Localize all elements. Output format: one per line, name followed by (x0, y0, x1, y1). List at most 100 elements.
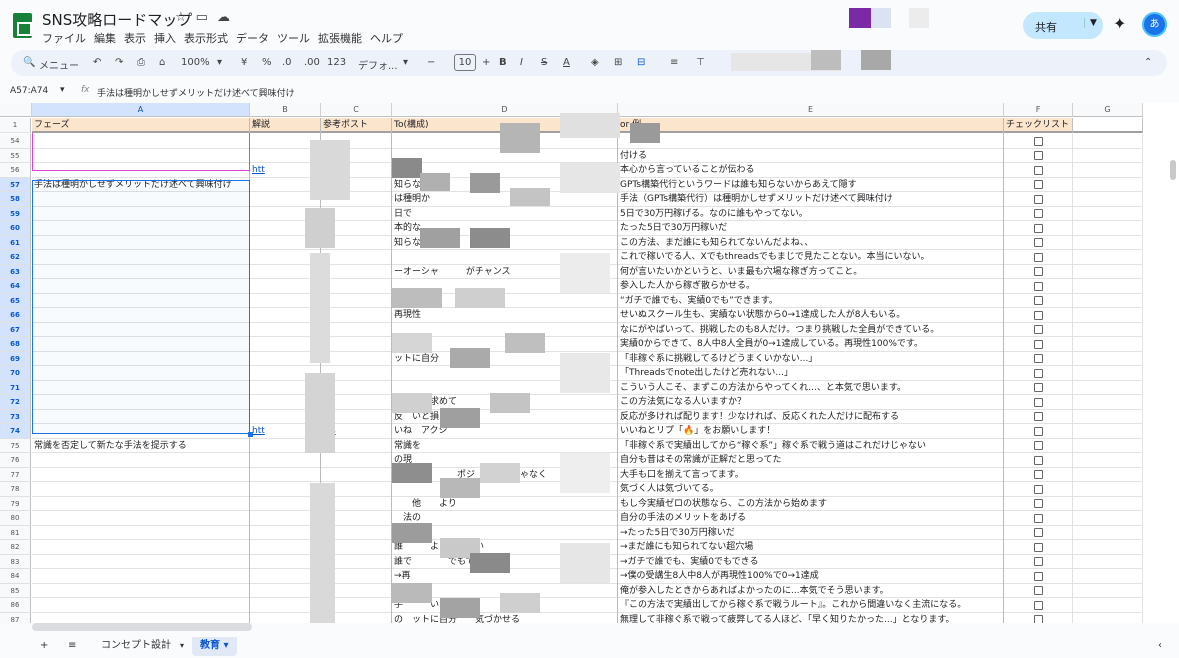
cell-d[interactable]: 日で (392, 206, 618, 221)
print-icon[interactable]: ⎙ (137, 57, 145, 68)
cell-b[interactable] (250, 467, 321, 482)
font-select[interactable]: デフォ... (358, 57, 398, 72)
text-color-icon[interactable]: A (563, 57, 570, 68)
valign-icon[interactable]: ⊤ (696, 57, 705, 68)
cell-a[interactable] (32, 482, 250, 497)
cell-e[interactable]: 反応が多ければ配ります！少なければ、反応くれた人だけに配布する (618, 409, 1004, 424)
column-header-g[interactable]: G (1073, 103, 1143, 117)
cell-a[interactable] (32, 511, 250, 526)
cell-e[interactable]: 参入した人から稼ぎ散らかせる。 (618, 279, 1004, 294)
cell-d[interactable]: 再現性 (392, 308, 618, 323)
sheet-tab-education[interactable]: 教育 ▾ (192, 637, 237, 656)
cell-g[interactable] (1073, 612, 1143, 623)
row-header[interactable]: 73 (0, 409, 31, 424)
fill-handle[interactable] (248, 432, 253, 437)
cell-e[interactable]: これで稼いでる人、Xでもthreadsでもまじで見たことない。本当にいない。 (618, 250, 1004, 265)
cell-a[interactable] (32, 496, 250, 511)
row-header[interactable]: 74 (0, 424, 31, 439)
cell-g[interactable] (1073, 424, 1143, 439)
strikethrough-icon[interactable]: S (541, 57, 547, 68)
cell-c[interactable] (321, 453, 392, 468)
checkbox[interactable] (1034, 412, 1043, 421)
row-header[interactable]: 77 (0, 467, 31, 482)
share-button[interactable]: 共有 ▼ (1023, 12, 1103, 39)
fill-color-icon[interactable]: ◈ (591, 57, 599, 68)
cell-g[interactable] (1073, 511, 1143, 526)
checkbox[interactable] (1034, 397, 1043, 407)
cell-e[interactable]: →たった5日で30万円稼いだ (618, 525, 1004, 540)
cell-e[interactable]: →まだ誰にも知られてない超穴場 (618, 540, 1004, 555)
checkbox[interactable] (1034, 557, 1043, 566)
row-header[interactable]: 80 (0, 511, 31, 526)
avatar[interactable]: あ (1142, 12, 1167, 37)
cell-g[interactable] (1073, 163, 1143, 178)
cell-e[interactable]: 自分も昔はその常識が正解だと思ってた (618, 453, 1004, 468)
move-folder-icon[interactable]: ▭ (196, 10, 217, 25)
row-header[interactable]: 68 (0, 337, 31, 352)
row-header[interactable]: 58 (0, 192, 31, 207)
search-icon[interactable]: 🔍 (23, 57, 35, 68)
cell-g[interactable] (1073, 366, 1143, 381)
cell-a[interactable] (32, 453, 250, 468)
cell-d[interactable]: は種明か (392, 192, 618, 207)
row-header[interactable]: 86 (0, 598, 31, 613)
cell-g[interactable] (1073, 134, 1143, 149)
cell-g[interactable] (1073, 395, 1143, 410)
cell-e[interactable]: もし今実績ゼロの状態なら、この方法から始めます (618, 496, 1004, 511)
merge-cells-icon[interactable]: ⊟ (637, 57, 645, 68)
cell-a[interactable] (32, 540, 250, 555)
cell-e[interactable]: せいぬスクール生も、実績ない状態から0→1達成した人が8人もいる。 (618, 308, 1004, 323)
font-size-input[interactable]: 10 (454, 54, 476, 71)
checkbox[interactable] (1034, 383, 1043, 392)
row-header[interactable]: 59 (0, 206, 31, 221)
cell-g[interactable] (1073, 177, 1143, 192)
document-title[interactable]: SNS攻略ロードマップ (42, 9, 192, 30)
cell-e[interactable]: 実績0からできて、8人中8人全員が0→1達成している。再現性100%です。 (618, 337, 1004, 352)
cell-g[interactable] (1073, 192, 1143, 207)
cell-g[interactable] (1073, 554, 1143, 569)
cell-g[interactable] (1073, 308, 1143, 323)
checkbox[interactable] (1034, 499, 1043, 508)
checkbox[interactable] (1034, 368, 1043, 378)
cell-c[interactable] (321, 322, 392, 337)
cell-e[interactable]: 「非稼ぐ系に挑戦してるけどうまくいかない...」 (618, 351, 1004, 366)
row-header[interactable]: 64 (0, 279, 31, 294)
menu-item[interactable]: 編集 (94, 32, 116, 45)
row-header[interactable]: 75 (0, 438, 31, 453)
checkbox[interactable] (1034, 151, 1043, 160)
menu-item[interactable]: 表示形式 (184, 32, 228, 45)
row-header[interactable]: 67 (0, 322, 31, 337)
chevron-down-icon[interactable]: ▾ (60, 85, 65, 95)
cell-c[interactable] (321, 264, 392, 279)
cell-e[interactable]: “ガチで誰でも、実績0でも”できます。 (618, 293, 1004, 308)
row-header[interactable]: 81 (0, 525, 31, 540)
row-header[interactable]: 72 (0, 395, 31, 410)
checkbox[interactable] (1034, 528, 1043, 537)
row-header[interactable]: 76 (0, 453, 31, 468)
cell-g[interactable] (1073, 250, 1143, 265)
cell-g[interactable] (1073, 235, 1143, 250)
checkbox[interactable] (1034, 571, 1043, 581)
column-header-e[interactable]: E (618, 103, 1004, 117)
checkbox[interactable] (1034, 354, 1043, 363)
checkbox[interactable] (1034, 310, 1043, 320)
cell-e[interactable]: 何が言いたいかというと、いま最も穴場な稼ぎ方ってこと。 (618, 264, 1004, 279)
bold-icon[interactable]: B (499, 57, 507, 68)
cell-e[interactable]: なにがやばいって、挑戦したのも8人だけ。つまり挑戦した全員ができている。 (618, 322, 1004, 337)
menu-item[interactable]: 表示 (124, 32, 146, 45)
cell-g[interactable] (1073, 337, 1143, 352)
checkbox[interactable] (1034, 615, 1043, 623)
header-cell-f[interactable]: チェックリスト (1004, 118, 1073, 133)
cell-d[interactable]: いね アクシ (392, 424, 618, 439)
cell-b[interactable] (250, 453, 321, 468)
row-header[interactable]: 83 (0, 554, 31, 569)
spreadsheet-grid[interactable]: ABCDEFG1フェーズ解説参考ポストTo(構成)or 例チェックリスト5455… (0, 103, 1179, 623)
sheet-tab-concept[interactable]: コンセプト設計 (93, 637, 179, 656)
column-header-c[interactable]: C (321, 103, 392, 117)
checkbox[interactable] (1034, 209, 1043, 218)
checkbox[interactable] (1034, 252, 1043, 262)
row-header[interactable]: 69 (0, 351, 31, 366)
cell-e[interactable]: →ガチで誰でも、実績0でもできる (618, 554, 1004, 569)
row-header[interactable]: 82 (0, 540, 31, 555)
cell-g[interactable] (1073, 467, 1143, 482)
